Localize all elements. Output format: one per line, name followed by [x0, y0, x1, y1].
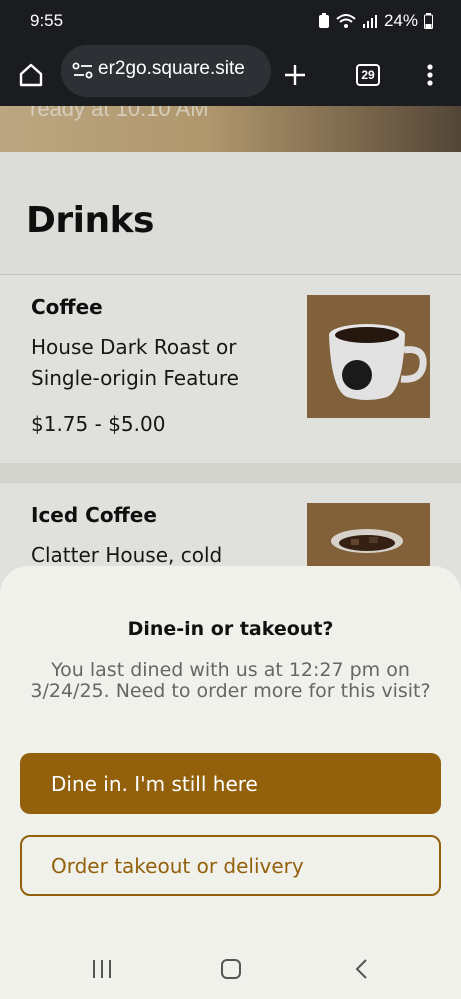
system-nav-bar — [0, 938, 461, 999]
wifi-icon — [336, 14, 356, 28]
address-bar[interactable]: er2go.square.site — [61, 45, 271, 97]
home-icon[interactable] — [12, 56, 50, 94]
url-text: er2go.square.site — [98, 58, 245, 79]
more-menu-icon[interactable] — [411, 56, 449, 94]
battery-percent: 24% — [383, 11, 418, 30]
recent-apps-icon[interactable] — [82, 952, 122, 986]
new-tab-icon[interactable] — [276, 56, 314, 94]
back-nav-icon[interactable] — [341, 952, 381, 986]
home-nav-icon[interactable] — [211, 952, 251, 986]
tab-count: 29 — [356, 64, 380, 86]
status-indicators: 24% — [318, 11, 433, 31]
tab-switcher-icon[interactable]: 29 — [349, 56, 387, 94]
takeout-delivery-button[interactable]: Order takeout or delivery — [20, 835, 441, 896]
site-settings-icon[interactable] — [72, 61, 94, 81]
battery-icon — [424, 13, 433, 29]
dine-option-sheet: Dine-in or takeout? You last dined with … — [0, 566, 461, 938]
sheet-message: You last dined with us at 12:27 pm on 3/… — [30, 659, 431, 702]
dine-in-button[interactable]: Dine in. I'm still here — [20, 753, 441, 814]
battery-saver-icon — [318, 13, 329, 28]
sheet-title: Dine-in or takeout? — [127, 618, 334, 640]
status-bar: 9:55 24% — [0, 0, 461, 44]
signal-icon — [362, 15, 377, 28]
status-time: 9:55 — [30, 11, 64, 30]
